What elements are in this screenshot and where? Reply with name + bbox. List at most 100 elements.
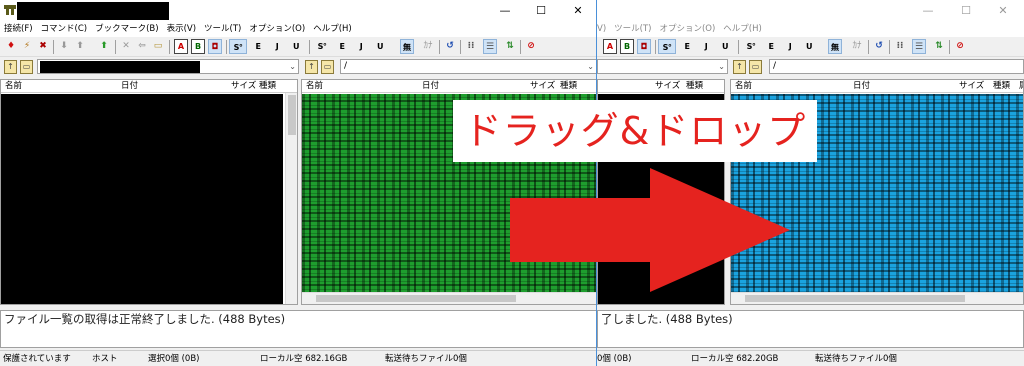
local-vertical-scrollbar[interactable] <box>285 93 297 304</box>
title-bar[interactable]: — ☐ ✕ <box>597 0 1024 22</box>
col-name[interactable]: 名前 <box>735 80 752 93</box>
menu-options[interactable]: オプション(O) <box>245 22 309 37</box>
local-utf8-icon[interactable]: U <box>371 39 389 54</box>
col-size[interactable]: サイズ <box>530 80 555 93</box>
no-convert-icon[interactable]: 無 <box>400 39 414 54</box>
delete-icon[interactable]: ✕ <box>119 39 133 54</box>
local-sjis-icon[interactable]: S° <box>313 39 331 54</box>
local-jis-icon[interactable]: J <box>781 39 799 54</box>
remote-up-folder-icon[interactable]: ↑ <box>305 60 318 74</box>
connect-icon[interactable]: ♦ <box>4 39 18 54</box>
ascii-mode-icon[interactable]: A <box>174 39 188 54</box>
status-selected: 選択0個 (0B) <box>148 354 200 364</box>
local-column-header: サイズ 種類 <box>598 80 724 93</box>
local-open-folder-icon[interactable]: ▭ <box>20 60 33 74</box>
local-up-folder-icon[interactable]: ↑ <box>4 60 17 74</box>
chevron-down-icon[interactable]: ⌄ <box>718 60 725 73</box>
refresh-icon[interactable]: ↺ <box>872 39 886 54</box>
ascii-mode-icon[interactable]: A <box>603 39 617 54</box>
new-folder-icon[interactable]: ▭ <box>151 39 165 54</box>
local-euc-icon[interactable]: E <box>333 39 351 54</box>
stop-icon[interactable]: ⊘ <box>953 39 967 54</box>
rename-icon[interactable]: ⇦ <box>135 39 149 54</box>
remote-path-input[interactable]: / ⌄ <box>340 59 596 74</box>
menu-bookmark[interactable]: ブックマーク(B) <box>91 22 162 37</box>
sync-icon[interactable]: ⇅ <box>503 39 517 54</box>
remote-column-header: 名前 日付 サイズ 種類 <box>302 80 596 93</box>
remote-open-folder-icon[interactable]: ▭ <box>749 60 762 74</box>
local-euc-icon[interactable]: E <box>762 39 780 54</box>
col-attr[interactable]: 属 <box>1019 80 1023 93</box>
detail-view-icon[interactable]: ☰ <box>483 39 497 54</box>
sjis-icon[interactable]: S° <box>229 39 247 54</box>
col-type[interactable]: 種類 <box>259 80 276 93</box>
chevron-down-icon[interactable]: ⌄ <box>587 60 594 73</box>
menu-help[interactable]: ヘルプ(H) <box>309 22 356 37</box>
col-type[interactable]: 種類 <box>560 80 577 93</box>
chevron-down-icon[interactable]: ⌄ <box>289 60 296 73</box>
col-size[interactable]: サイズ <box>959 80 984 93</box>
col-type[interactable]: 種類 <box>686 80 703 93</box>
menu-connect[interactable]: 接続(F) <box>0 22 37 37</box>
quick-connect-icon[interactable]: ⚡ <box>20 39 34 54</box>
local-utf8-icon[interactable]: U <box>800 39 818 54</box>
menu-help[interactable]: ヘルプ(H) <box>719 22 766 37</box>
local-path-input[interactable]: ⌄ <box>597 59 728 74</box>
jis-icon[interactable]: J <box>697 39 715 54</box>
sync-icon[interactable]: ⇅ <box>932 39 946 54</box>
upload-icon[interactable]: ⬆ <box>73 39 87 54</box>
col-name[interactable]: 名前 <box>5 80 22 93</box>
menu-view[interactable]: 表示(V) <box>163 22 200 37</box>
binary-mode-icon[interactable]: B <box>191 39 205 54</box>
disconnect-icon[interactable]: ✖ <box>36 39 50 54</box>
local-file-list[interactable]: 名前 日付 サイズ 種類 <box>0 79 298 305</box>
euc-icon[interactable]: E <box>678 39 696 54</box>
log-panel: ファイル一覧の取得は正常終了しました. (488 Bytes) <box>0 310 596 348</box>
utf8-icon[interactable]: U <box>287 39 305 54</box>
menu-options[interactable]: オプション(O) <box>655 22 719 37</box>
minimize-button[interactable]: — <box>911 0 945 22</box>
minimize-button[interactable]: — <box>488 0 522 22</box>
col-name[interactable]: 名前 <box>306 80 323 93</box>
col-date[interactable]: 日付 <box>853 80 870 93</box>
local-jis-icon[interactable]: J <box>352 39 370 54</box>
col-date[interactable]: 日付 <box>422 80 439 93</box>
close-button[interactable]: ✕ <box>986 0 1020 22</box>
remote-path-input[interactable]: / <box>769 59 1024 74</box>
arrow-right-icon <box>510 168 790 292</box>
title-bar[interactable]: — ☐ ✕ <box>0 0 596 22</box>
remote-path-text: / <box>773 61 777 71</box>
kana-convert-icon[interactable]: ｶﾅ <box>850 39 864 54</box>
no-convert-icon[interactable]: 無 <box>828 39 842 54</box>
auto-mode-icon[interactable]: ◘ <box>208 39 222 54</box>
mirror-upload-icon[interactable]: ⬆ <box>97 39 111 54</box>
remote-up-folder-icon[interactable]: ↑ <box>733 60 746 74</box>
menu-tools[interactable]: ツール(T) <box>200 22 245 37</box>
kana-convert-icon[interactable]: ｶﾅ <box>421 39 435 54</box>
col-size[interactable]: サイズ <box>231 80 256 93</box>
jis-icon[interactable]: J <box>268 39 286 54</box>
col-type[interactable]: 種類 <box>993 80 1010 93</box>
auto-mode-icon[interactable]: ◘ <box>637 39 651 54</box>
close-button[interactable]: ✕ <box>561 0 595 22</box>
local-sjis-icon[interactable]: S° <box>742 39 760 54</box>
menu-view[interactable]: V) <box>597 22 610 37</box>
stop-icon[interactable]: ⊘ <box>524 39 538 54</box>
maximize-button[interactable]: ☐ <box>949 0 983 22</box>
local-path-input[interactable]: ⌄ <box>37 59 299 74</box>
maximize-button[interactable]: ☐ <box>524 0 558 22</box>
col-date[interactable]: 日付 <box>121 80 138 93</box>
binary-mode-icon[interactable]: B <box>620 39 634 54</box>
sjis-icon[interactable]: S° <box>658 39 676 54</box>
download-icon[interactable]: ⬇ <box>57 39 71 54</box>
menu-command[interactable]: コマンド(C) <box>37 22 92 37</box>
detail-view-icon[interactable]: ☰ <box>912 39 926 54</box>
remote-open-folder-icon[interactable]: ▭ <box>321 60 334 74</box>
list-view-icon[interactable]: ⁝⁝ <box>893 39 907 54</box>
col-size[interactable]: サイズ <box>655 80 680 93</box>
utf8-icon[interactable]: U <box>716 39 734 54</box>
list-view-icon[interactable]: ⁝⁝ <box>464 39 478 54</box>
euc-icon[interactable]: E <box>249 39 267 54</box>
menu-tools[interactable]: ツール(T) <box>610 22 655 37</box>
refresh-icon[interactable]: ↺ <box>443 39 457 54</box>
